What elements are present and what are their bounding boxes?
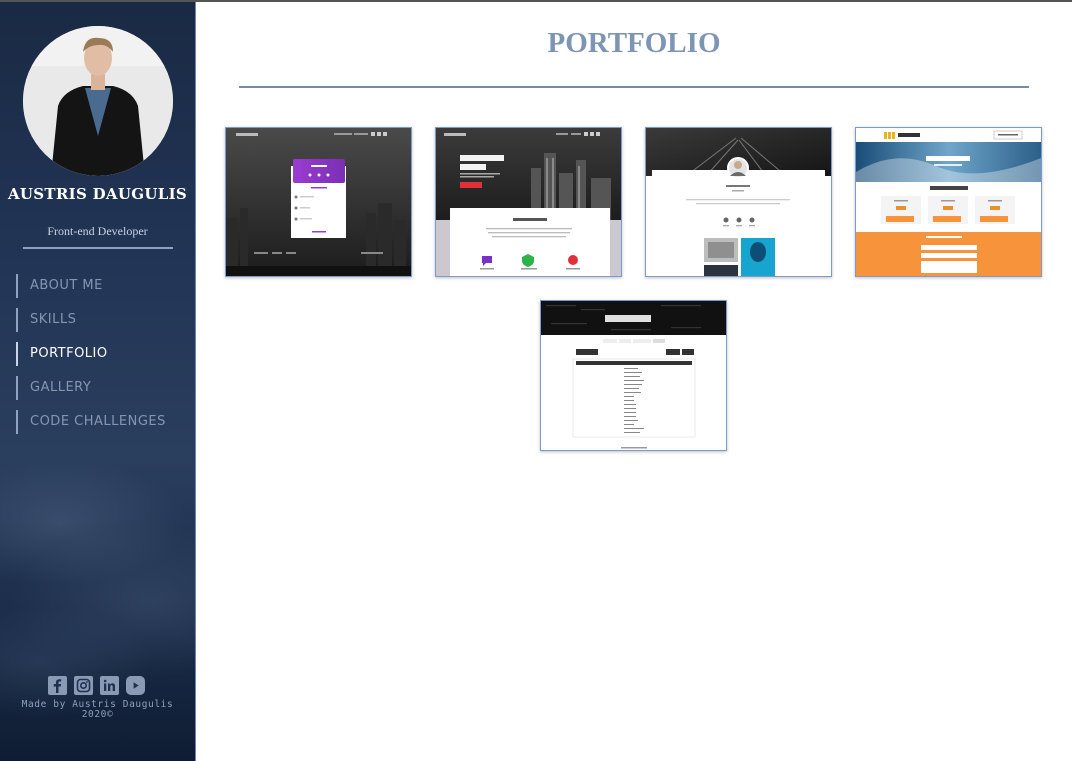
footer-credit: Made by Austris Daugulis 2020© (0, 700, 195, 720)
youtube-icon[interactable] (126, 676, 145, 695)
title-divider (239, 86, 1029, 88)
facebook-icon[interactable] (48, 676, 67, 695)
portfolio-item-sign-in[interactable] (225, 127, 412, 277)
page-title: PORTFOLIO (547, 27, 721, 59)
nav-item-skills[interactable]: SKILLS (16, 308, 166, 332)
nav-item-about-me[interactable]: ABOUT ME (16, 274, 166, 298)
sign-in-preview-image (226, 128, 411, 276)
todo-list-preview-image (541, 301, 726, 450)
sidebar: AUSTRIS DAUGULIS Front-end Developer ABO… (0, 2, 196, 761)
linkedin-icon[interactable] (100, 676, 119, 695)
portfolio-item-landing-page[interactable] (435, 127, 622, 277)
nav-item-portfolio[interactable]: PORTFOLIO (16, 342, 166, 366)
profile-name: AUSTRIS DAUGULIS (7, 185, 188, 203)
nav-item-gallery[interactable]: GALLERY (16, 376, 166, 400)
landing-page-preview-image (436, 128, 621, 276)
avatar (23, 26, 173, 176)
profile-page-preview-image (646, 128, 831, 276)
portfolio-item-todo-list[interactable] (540, 300, 727, 451)
portfolio-item-banking-page[interactable] (855, 127, 1042, 277)
instagram-icon[interactable] (74, 676, 93, 695)
profile-role: Front-end Developer (47, 224, 148, 238)
social-links (48, 676, 145, 695)
footer-credit-line2: 2020© (81, 709, 114, 720)
banking-page-preview-image (856, 128, 1041, 276)
sidebar-divider (23, 247, 173, 249)
portfolio-item-profile-page[interactable] (645, 127, 832, 277)
sidebar-nav: ABOUT ME SKILLS PORTFOLIO GALLERY CODE C… (16, 274, 166, 444)
nav-item-code-challenges[interactable]: CODE CHALLENGES (16, 410, 166, 434)
